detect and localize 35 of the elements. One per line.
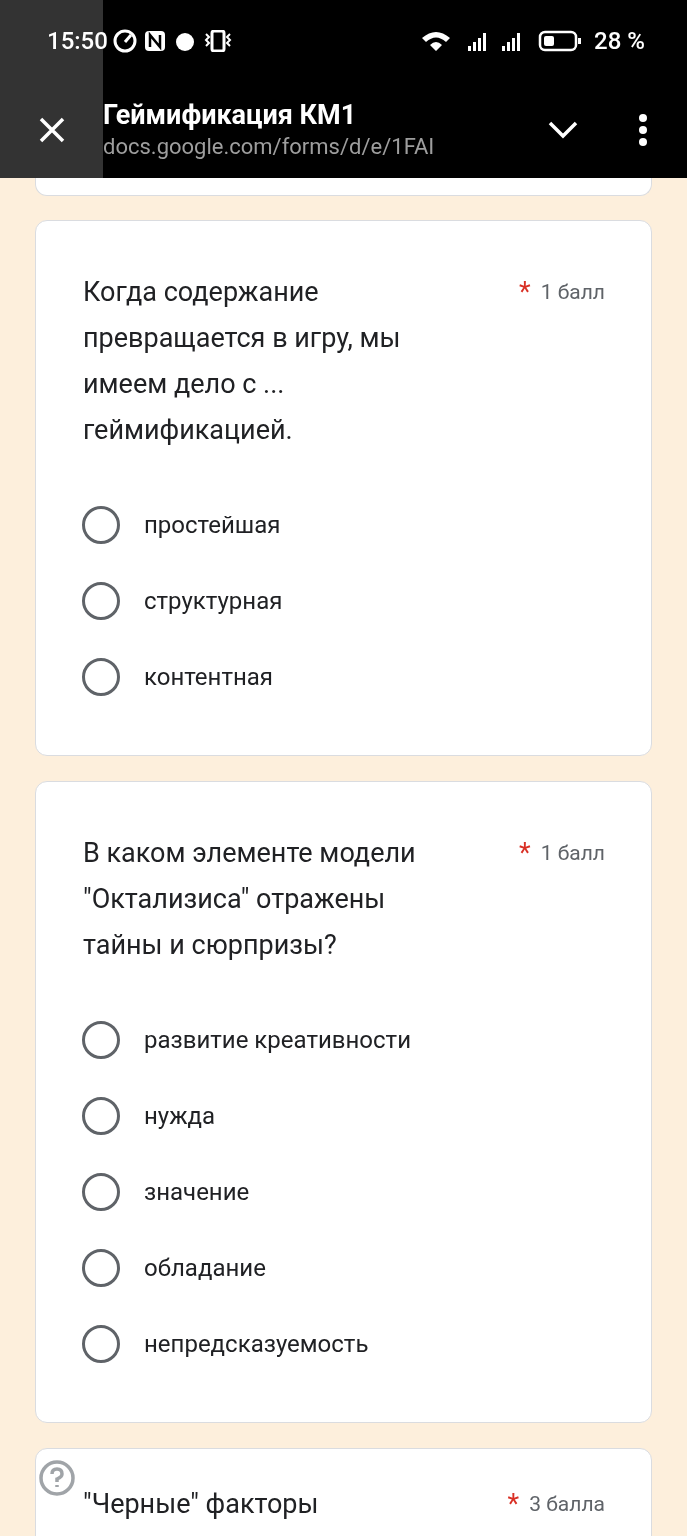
points-label: 1 балл bbox=[540, 279, 605, 306]
option-label[interactable]: непредсказуемость bbox=[144, 1326, 369, 1362]
required-asterisk: * bbox=[519, 275, 531, 310]
close-icon bbox=[38, 117, 65, 143]
option-label[interactable]: структурная bbox=[144, 583, 283, 619]
option-label[interactable]: обладание bbox=[144, 1250, 266, 1286]
vibrate-icon bbox=[203, 30, 232, 52]
points-label: 1 балл bbox=[540, 840, 605, 867]
question-text: В каком элементе модели "Октализиса" отражены тайны и сюрпризы? bbox=[83, 836, 417, 963]
radio-button[interactable] bbox=[82, 1097, 120, 1135]
nfc-icon bbox=[143, 30, 166, 52]
battery-percent: 28 % bbox=[594, 26, 645, 57]
radio-button[interactable] bbox=[82, 1249, 120, 1287]
option-label[interactable]: значение bbox=[144, 1174, 250, 1210]
option-label[interactable]: контентная bbox=[144, 659, 274, 695]
more-icon bbox=[638, 113, 648, 147]
radio-button[interactable] bbox=[82, 658, 120, 696]
question-text: Когда содержание превращается в игру, мы имеем дело с ... геймификацией. bbox=[83, 275, 402, 448]
chevron-down-icon bbox=[548, 121, 578, 139]
option-label[interactable]: развитие креативности bbox=[144, 1022, 411, 1058]
radio-button[interactable] bbox=[82, 1021, 120, 1059]
page-title: Геймификация КМ1 bbox=[103, 98, 358, 132]
radio-button[interactable] bbox=[82, 582, 120, 620]
points-label: 3 балла bbox=[529, 1491, 605, 1518]
required-asterisk: * bbox=[519, 836, 531, 871]
option-label[interactable]: нужда bbox=[144, 1098, 216, 1134]
required-asterisk: * bbox=[507, 1487, 520, 1522]
option-label[interactable]: простейшая bbox=[144, 507, 281, 543]
speedometer-icon bbox=[111, 28, 138, 54]
page-url: docs.google.com/forms/d/e/1FAI bbox=[103, 133, 436, 161]
question-text: "Черные" факторы bbox=[83, 1487, 320, 1522]
radio-button[interactable] bbox=[82, 506, 120, 544]
radio-button[interactable] bbox=[82, 1325, 120, 1363]
radio-button[interactable] bbox=[82, 1173, 120, 1211]
status-time: 15:50 bbox=[47, 26, 108, 57]
